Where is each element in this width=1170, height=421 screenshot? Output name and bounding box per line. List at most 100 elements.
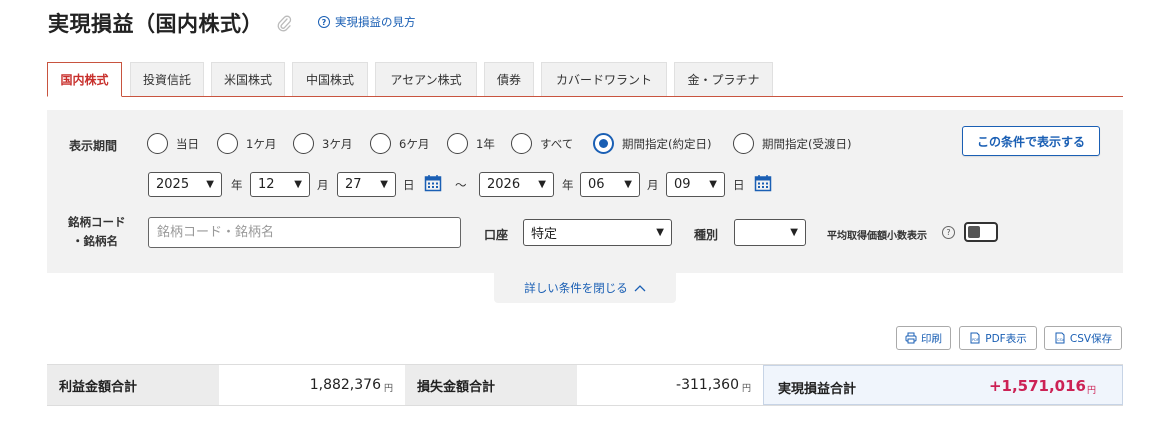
radio-circle — [733, 133, 754, 154]
year-unit: 年 — [562, 178, 574, 192]
select-value: 12 — [258, 177, 275, 192]
profit-amount: 1,882,376 — [309, 377, 381, 393]
code-label-line2: ・銘柄名 — [72, 234, 118, 248]
select-value: 09 — [674, 177, 691, 192]
summary-bar: 利益金額合計 1,882,376 円 損失金額合計 -311,360 円 実現損益合… — [47, 364, 1123, 406]
type-select[interactable]: ▼ — [734, 219, 806, 246]
page-title: 実現損益（国内株式） — [48, 12, 263, 36]
day-unit: 日 — [403, 178, 415, 192]
period-radio-3month[interactable]: 3ケ月 — [293, 133, 352, 154]
question-icon[interactable]: ? — [942, 226, 955, 239]
select-value: 特定 — [531, 227, 558, 242]
period-radio-today[interactable]: 当日 — [147, 133, 199, 154]
to-day-select[interactable]: 09 ▼ — [666, 172, 725, 197]
select-value: 27 — [345, 177, 362, 192]
question-icon: ? — [318, 16, 330, 28]
period-radio-settlement-date[interactable]: 期間指定(受渡日) — [733, 133, 851, 154]
radio-label: 1年 — [476, 136, 495, 151]
dropdown-arrow-icon: ▼ — [656, 227, 664, 238]
dropdown-arrow-icon: ▼ — [790, 227, 798, 238]
dropdown-arrow-icon: ▼ — [709, 179, 717, 190]
tab-gold-platinum[interactable]: 金・プラチナ — [674, 62, 773, 96]
code-label-line1: 銘柄コード — [68, 215, 126, 229]
radio-circle — [147, 133, 168, 154]
from-day-select[interactable]: 27 ▼ — [337, 172, 396, 197]
dropdown-arrow-icon: ▼ — [624, 179, 632, 190]
csv-label: CSV保存 — [1069, 332, 1113, 345]
tab-label: 債券 — [496, 73, 521, 87]
loss-amount: -311,360 — [676, 377, 739, 393]
loss-total-value: -311,360 円 — [577, 365, 763, 405]
radio-label: すべて — [540, 136, 574, 151]
svg-text:CSV: CSV — [1057, 338, 1065, 342]
period-radio-6month[interactable]: 6ケ月 — [370, 133, 429, 154]
tab-asean-stock[interactable]: アセアン株式 — [375, 62, 477, 96]
loss-total-label: 損失金額合計 — [405, 365, 577, 405]
to-month-select[interactable]: 06 ▼ — [580, 172, 640, 197]
tab-label: 中国株式 — [305, 73, 354, 87]
yen-unit: 円 — [383, 383, 393, 394]
pdf-icon: PDF — [970, 332, 980, 344]
day-unit: 日 — [733, 178, 745, 192]
help-link-label: 実現損益の見方 — [335, 15, 416, 29]
printer-icon — [905, 332, 917, 344]
yen-unit: 円 — [741, 383, 751, 394]
period-radio-1year[interactable]: 1年 — [447, 133, 495, 154]
radio-label: 期間指定(約定日) — [622, 136, 712, 151]
yen-unit: 円 — [1086, 386, 1096, 396]
tab-china-stock[interactable]: 中国株式 — [292, 62, 368, 96]
asset-tabs: 国内株式 投資信託 米国株式 中国株式 アセアン株式 債券 カバードワラント 金… — [47, 62, 1123, 97]
radio-circle — [217, 133, 238, 154]
pdf-label: PDF表示 — [985, 332, 1027, 345]
range-separator: ～ — [455, 178, 467, 192]
paperclip-icon[interactable] — [276, 14, 292, 32]
radio-circle — [293, 133, 314, 154]
period-label: 表示期間 — [69, 139, 118, 153]
stock-code-input[interactable] — [148, 217, 461, 248]
tab-label: アセアン株式 — [390, 73, 462, 87]
tab-label: 投資信託 — [142, 73, 191, 87]
select-value: 2025 — [156, 177, 190, 192]
radio-circle — [511, 133, 532, 154]
radio-circle — [370, 133, 391, 154]
calendar-icon[interactable] — [424, 174, 442, 192]
chevron-up-icon — [634, 285, 646, 292]
radio-label: 1ケ月 — [246, 136, 277, 151]
print-button[interactable]: 印刷 — [896, 326, 951, 350]
type-label: 種別 — [694, 228, 719, 242]
svg-text:PDF: PDF — [972, 338, 979, 342]
radio-label: 3ケ月 — [322, 136, 353, 151]
collapse-conditions-button[interactable]: 詳しい条件を閉じる — [494, 273, 676, 303]
collapse-label: 詳しい条件を閉じる — [524, 281, 628, 295]
csv-button[interactable]: CSV CSV保存 — [1044, 326, 1122, 350]
to-year-select[interactable]: 2026 ▼ — [479, 172, 554, 197]
radio-circle — [447, 133, 468, 154]
from-month-select[interactable]: 12 ▼ — [250, 172, 310, 197]
calendar-icon[interactable] — [754, 174, 772, 192]
pdf-button[interactable]: PDF PDF表示 — [959, 326, 1037, 350]
radio-label: 6ケ月 — [399, 136, 430, 151]
tab-us-stock[interactable]: 米国株式 — [211, 62, 285, 96]
account-label: 口座 — [484, 228, 509, 242]
radio-circle-selected — [593, 133, 614, 154]
from-year-select[interactable]: 2025 ▼ — [148, 172, 222, 197]
tab-domestic-stock[interactable]: 国内株式 — [47, 62, 122, 97]
realized-total-value: +1,571,016 — [988, 377, 1086, 395]
period-radio-1month[interactable]: 1ケ月 — [217, 133, 276, 154]
tab-label: 金・プラチナ — [687, 73, 760, 87]
avg-price-toggle[interactable] — [964, 222, 998, 242]
avg-price-label: 平均取得価額小数表示 — [827, 231, 927, 242]
show-results-button[interactable]: この条件で表示する — [962, 126, 1100, 156]
dropdown-arrow-icon: ▼ — [538, 179, 546, 190]
tab-label: 米国株式 — [223, 73, 272, 87]
month-unit: 月 — [647, 178, 659, 192]
tab-bond[interactable]: 債券 — [484, 62, 534, 96]
realized-total-box: 実現損益合計 +1,571,016 円 — [763, 365, 1123, 405]
account-select[interactable]: 特定 ▼ — [523, 219, 672, 246]
dropdown-arrow-icon: ▼ — [206, 179, 214, 190]
period-radio-trade-date[interactable]: 期間指定(約定日) — [593, 133, 711, 154]
help-link[interactable]: ? 実現損益の見方 — [318, 14, 416, 30]
period-radio-all[interactable]: すべて — [511, 133, 573, 154]
tab-investment-trust[interactable]: 投資信託 — [130, 62, 204, 96]
tab-covered-warrant[interactable]: カバードワラント — [541, 62, 667, 96]
